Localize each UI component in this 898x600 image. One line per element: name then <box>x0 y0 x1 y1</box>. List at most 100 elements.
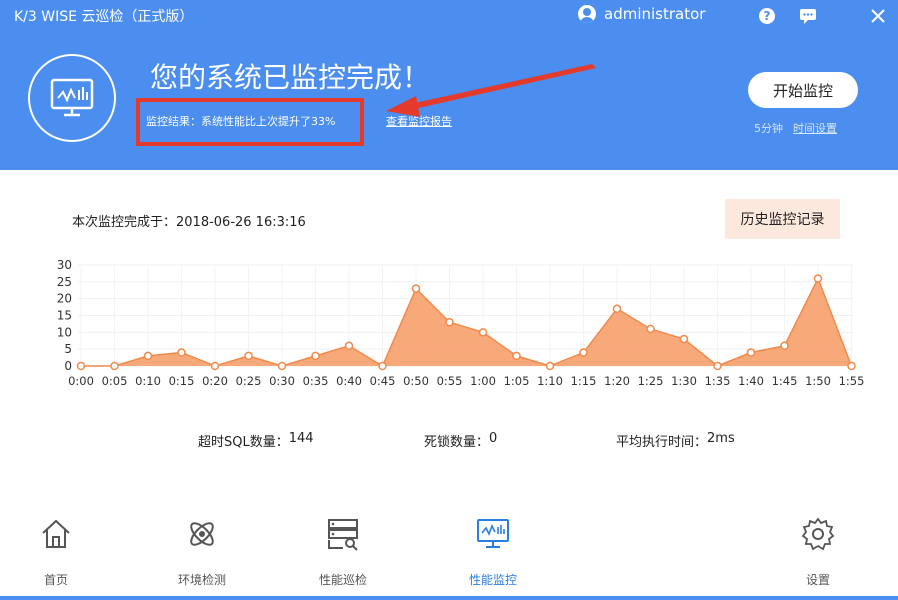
data-point <box>76 361 86 371</box>
x-tick-label: 1:00 <box>470 374 496 388</box>
username: administrator <box>604 5 706 23</box>
data-point <box>378 361 387 371</box>
monitor-logo <box>28 54 116 142</box>
x-tick-label: 0:20 <box>202 374 228 388</box>
y-tick-label: 5 <box>64 342 72 356</box>
data-point <box>411 284 421 293</box>
completion-time: 本次监控完成于：2018-06-26 16:3:16 <box>72 215 306 230</box>
data-point <box>545 361 555 371</box>
nav-item-environment[interactable]: 环境检测 <box>162 512 242 588</box>
y-tick-label: 0 <box>64 359 72 373</box>
avg-exec-time-stat: 平均执行时间： 2ms <box>616 431 735 450</box>
atom-icon <box>190 522 214 546</box>
gear-icon <box>801 517 835 551</box>
nav-item-settings[interactable]: 设置 <box>778 512 858 588</box>
data-point <box>244 351 253 361</box>
start-monitor-button[interactable]: 开始监控 <box>748 72 858 108</box>
monitor-chart-icon <box>477 519 509 548</box>
annotation-arrow <box>386 64 596 117</box>
avg-exec-time-value: 2ms <box>707 431 735 446</box>
y-tick-label: 30 <box>57 258 72 272</box>
user-avatar-icon <box>578 5 596 23</box>
timeout-sql-value: 144 <box>288 431 314 446</box>
bottom-accent-bar <box>0 596 898 600</box>
monitor-interval: 5分钟 <box>754 122 783 135</box>
x-tick-label: 0:30 <box>269 374 295 388</box>
data-point <box>143 351 153 361</box>
data-point <box>646 324 655 334</box>
series-area <box>81 278 852 366</box>
nav-label-home: 首页 <box>43 573 68 587</box>
x-tick-label: 0:15 <box>169 374 195 388</box>
y-tick-label: 10 <box>57 325 72 339</box>
data-point <box>780 341 789 351</box>
timeout-sql-label: 超时SQL数量： <box>198 435 289 450</box>
monitor-result: 监控结果：系统性能比上次提升了33% <box>146 115 336 128</box>
history-button[interactable]: 历史监控记录 <box>725 199 840 239</box>
x-tick-label: 1:40 <box>738 374 764 388</box>
x-tick-label: 0:10 <box>135 374 161 388</box>
x-tick-label: 1:20 <box>604 374 630 388</box>
data-point <box>277 361 287 371</box>
data-point <box>579 348 588 357</box>
x-tick-label: 0:50 <box>403 374 429 388</box>
nav-item-performance-monitor[interactable]: 性能监控 <box>453 512 533 588</box>
data-point <box>746 348 756 357</box>
x-tick-label: 1:30 <box>671 374 697 388</box>
x-tick-label: 0:35 <box>303 374 329 388</box>
data-point <box>713 361 722 371</box>
monitor-chart-icon <box>50 78 94 117</box>
data-point <box>177 348 186 357</box>
avg-exec-time-label: 平均执行时间： <box>616 435 708 450</box>
data-point <box>847 361 856 371</box>
x-tick-label: 1:10 <box>537 374 563 388</box>
data-point <box>478 328 488 337</box>
x-tick-label: 1:55 <box>839 374 865 388</box>
data-point <box>679 334 689 344</box>
server-search-icon <box>328 519 358 551</box>
message-icon[interactable] <box>799 7 817 25</box>
data-point <box>210 361 220 371</box>
x-tick-label: 0:40 <box>336 374 362 388</box>
nav-label-environment: 环境检测 <box>177 573 226 587</box>
data-point <box>813 274 823 283</box>
home-icon <box>42 519 70 548</box>
bottom-nav: 首页 环境检测 性能巡检 性能监控 设置 <box>0 512 898 600</box>
x-tick-label: 1:35 <box>705 374 731 388</box>
data-point <box>612 304 622 314</box>
x-tick-label: 1:05 <box>504 374 530 388</box>
y-tick-label: 15 <box>57 309 72 323</box>
help-icon[interactable]: ? <box>758 7 776 25</box>
data-point <box>512 351 521 361</box>
x-tick-label: 0:25 <box>236 374 262 388</box>
svg-text:?: ? <box>764 9 771 23</box>
data-point <box>445 317 454 327</box>
header-banner: K/3 WISE 云巡检（正式版） administrator ? 您的系统已监… <box>0 0 898 170</box>
data-point <box>344 341 354 351</box>
x-tick-label: 1:45 <box>772 374 798 388</box>
y-tick-label: 25 <box>57 275 72 289</box>
x-tick-label: 1:25 <box>638 374 664 388</box>
nav-item-performance-inspection[interactable]: 性能巡检 <box>303 512 383 588</box>
data-point <box>311 351 320 361</box>
nav-label-settings: 设置 <box>805 573 830 587</box>
x-tick-label: 0:05 <box>102 374 128 388</box>
nav-item-home[interactable]: 首页 <box>16 512 96 588</box>
deadlock-label: 死锁数量： <box>424 435 490 450</box>
time-setting-link[interactable]: 时间设置 <box>793 120 837 136</box>
performance-chart: 0 5 10 15 20 25 30 0:00 0:05 0:10 0:15 0:20 0:25 0:30… <box>57 258 865 388</box>
x-tick-label: 0:00 <box>68 374 94 388</box>
app-title: K/3 WISE 云巡检（正式版） <box>14 9 194 25</box>
x-tick-label: 1:50 <box>805 374 831 388</box>
x-tick-label: 0:45 <box>370 374 396 388</box>
user-menu[interactable]: administrator <box>578 5 705 23</box>
timeout-sql-stat: 超时SQL数量： 144 <box>198 431 314 450</box>
data-point <box>110 361 119 371</box>
nav-label-performance-monitor: 性能监控 <box>468 573 517 587</box>
close-icon[interactable] <box>869 7 887 25</box>
x-tick-label: 1:15 <box>571 374 597 388</box>
deadlock-value: 0 <box>489 431 498 446</box>
y-tick-label: 20 <box>57 292 72 306</box>
nav-label-performance-inspection: 性能巡检 <box>318 573 367 587</box>
x-tick-label: 0:55 <box>437 374 463 388</box>
